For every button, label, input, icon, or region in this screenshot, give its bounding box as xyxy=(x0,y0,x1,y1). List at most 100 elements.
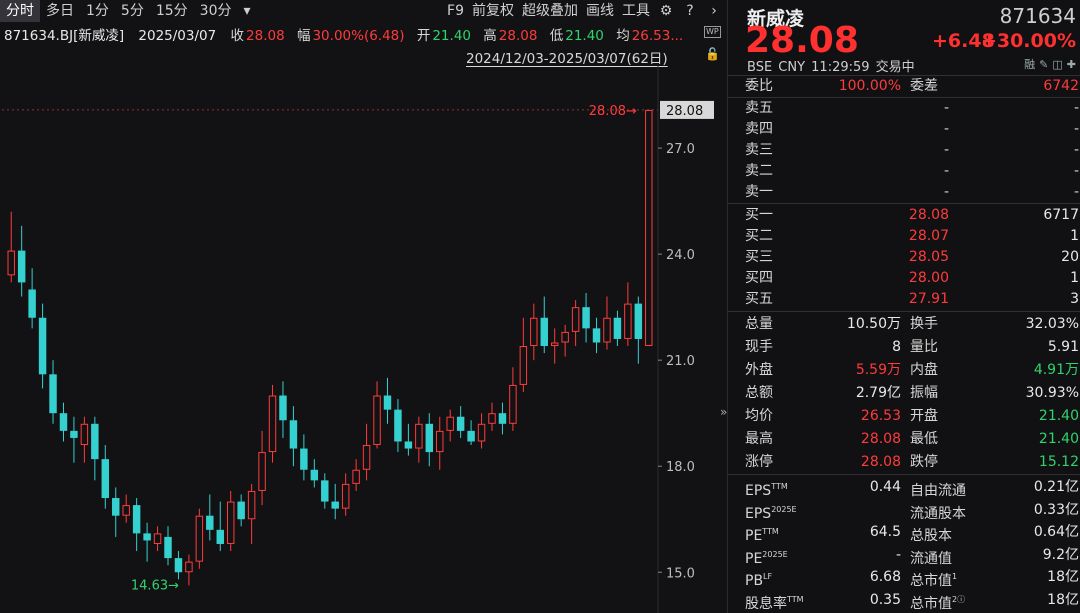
buy-label: 买一 xyxy=(745,207,773,223)
toolbar-tab-5[interactable]: 30分 xyxy=(194,0,238,22)
y-tick-label: 27.0 xyxy=(666,142,695,157)
sell-volume: - xyxy=(1073,163,1079,179)
candle-body xyxy=(247,490,256,520)
candle-body xyxy=(624,303,632,339)
candle-body xyxy=(509,384,517,424)
close-value: 28.08 xyxy=(246,28,285,44)
sell-row: 卖四 - - xyxy=(745,119,1079,139)
header-icons: 融 ✎ ◫ ✚ xyxy=(1020,56,1076,72)
candle-body xyxy=(540,317,548,347)
sell-price: - xyxy=(943,121,949,137)
toolbar-tool-2[interactable]: 超级叠加 xyxy=(518,0,582,22)
toolbar-tab-2[interactable]: 1分 xyxy=(80,0,115,22)
stat-row: 外盘 5.59万 内盘 4.91万 xyxy=(745,360,1079,380)
buy-row: 买三 28.05 20 xyxy=(745,247,1079,267)
candle-body xyxy=(488,413,496,424)
edit-icon[interactable]: ✎ xyxy=(1039,58,1048,71)
buy-price: 28.08 xyxy=(908,207,949,223)
sell-volume: - xyxy=(1073,142,1079,158)
sell-price: - xyxy=(943,184,949,200)
fund-label-text: PE xyxy=(745,550,763,567)
candle-body xyxy=(226,501,235,544)
sell-row: 卖三 - - xyxy=(745,140,1079,160)
high-value: 28.08 xyxy=(498,28,538,44)
divider xyxy=(728,203,1080,204)
candle-body xyxy=(456,416,465,431)
candle-body xyxy=(237,501,245,520)
sell-price: - xyxy=(943,100,949,116)
candle-body xyxy=(331,501,339,509)
toolbar-tab-1[interactable]: 多日 xyxy=(40,0,80,22)
buy-row: 买四 28.00 1 xyxy=(745,268,1079,288)
stat-label: 量比 xyxy=(910,339,938,355)
add-icon[interactable]: ✚ xyxy=(1067,58,1076,71)
candlestick-chart[interactable]: 27.0 24.0 21.0 18.0 15.0 28.08 28.08→ 14.63→ xyxy=(0,66,726,613)
stat-value: 2.79亿 xyxy=(855,385,901,401)
stat-label: 最高 xyxy=(745,431,773,447)
candle-body xyxy=(164,536,172,559)
date-range-selector[interactable]: 2024/12/03-2025/03/07(62日) xyxy=(466,47,668,67)
toolbar-tab-0[interactable]: 分时 xyxy=(0,0,40,22)
fund-value: 6.68 xyxy=(869,569,901,585)
fund-label-text: 股息率 xyxy=(745,595,787,612)
toolbar-tab-6[interactable]: ▾ xyxy=(238,0,257,22)
margin-icon[interactable]: 融 xyxy=(1024,58,1035,71)
toolbar-tab-3[interactable]: 5分 xyxy=(115,0,150,22)
divider xyxy=(728,474,1080,475)
stat-value: 28.08 xyxy=(860,431,901,447)
chevron-right-icon[interactable]: › xyxy=(705,2,723,20)
chart-panel: 分时 多日 1分 5分 15分 30分 ▾ F9 前复权 超级叠加 画线 工具 ⚙ ? › 8716… xyxy=(0,0,727,613)
buy-label: 买三 xyxy=(745,249,773,265)
toolbar-tool-4[interactable]: 工具 xyxy=(618,0,654,22)
stat-value: 8 xyxy=(892,339,901,355)
stat-value: 21.40 xyxy=(1038,431,1079,447)
candle-body xyxy=(467,430,475,442)
candle-body xyxy=(561,331,569,343)
candle-body xyxy=(394,409,402,442)
toolbar-tool-0[interactable]: F9 xyxy=(443,0,468,22)
toolbar-tool-1[interactable]: 前复权 xyxy=(468,0,518,22)
fund-value: 64.5 xyxy=(869,524,901,540)
fund-label-text: EPS xyxy=(745,483,772,499)
stat-value: 26.53 xyxy=(860,408,901,424)
wei-bi-label: 委比 xyxy=(745,78,773,94)
toolbar-tool-3[interactable]: 画线 xyxy=(582,0,618,22)
buy-price: 28.00 xyxy=(908,270,949,286)
sell-volume: - xyxy=(1073,121,1079,137)
fund-label: 总市值2ⓘ xyxy=(910,590,965,613)
fund-label: 流通股本 xyxy=(910,500,966,524)
stat-label: 开盘 xyxy=(910,408,938,424)
fund-label-sup: 2ⓘ xyxy=(952,594,966,604)
candle-body xyxy=(383,395,392,410)
stat-label: 外盘 xyxy=(745,362,773,378)
low-annotation: 14.63→ xyxy=(131,578,179,593)
open-label: 开 xyxy=(416,28,431,44)
fund-label-sup: TTM xyxy=(762,527,779,536)
stat-label: 均价 xyxy=(745,408,773,424)
wei-row: 委比 100.00% 委差 6742 xyxy=(745,76,1079,96)
candle-body xyxy=(310,469,319,481)
lock-icon[interactable]: 🔓 xyxy=(705,47,720,61)
fund-value: 18亿 xyxy=(1047,569,1079,585)
candle-body xyxy=(91,423,99,460)
fund-value: 0.33亿 xyxy=(1033,501,1079,518)
sell-row: 卖一 - - xyxy=(745,182,1079,202)
window-icon[interactable]: ◫ xyxy=(1052,58,1062,71)
avg-value: 26.53... xyxy=(631,28,684,44)
stat-value: 5.91 xyxy=(1047,339,1079,355)
fund-value: - xyxy=(895,546,901,563)
candle-body xyxy=(571,307,580,332)
stat-value: 21.40 xyxy=(1038,408,1079,424)
wp-icon[interactable]: WP xyxy=(704,26,721,38)
candle-body xyxy=(143,533,151,541)
toolbar-tab-4[interactable]: 15分 xyxy=(150,0,194,22)
settings-icon[interactable]: ⚙ xyxy=(657,2,675,20)
help-icon[interactable]: ? xyxy=(681,2,699,20)
buy-volume: 20 xyxy=(1061,249,1079,265)
stat-row: 现手 8 量比 5.91 xyxy=(745,337,1079,357)
fund-value: 18亿 xyxy=(1047,591,1079,608)
fund-label-sup: 2025E xyxy=(771,504,797,514)
candle-body xyxy=(341,483,350,509)
stat-label: 总量 xyxy=(745,316,773,332)
divider xyxy=(728,311,1080,312)
